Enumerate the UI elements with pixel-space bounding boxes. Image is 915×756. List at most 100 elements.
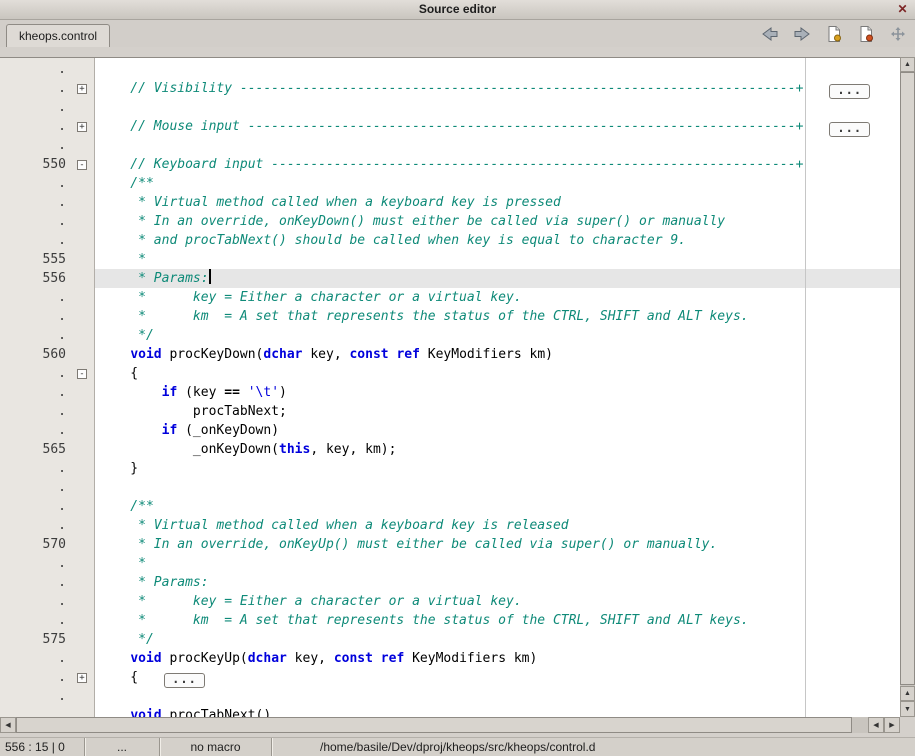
code-text[interactable] — [95, 478, 900, 497]
code-text[interactable]: * and procTabNext() should be called whe… — [95, 231, 900, 250]
fold-expand-icon[interactable]: + — [77, 84, 87, 94]
code-text[interactable]: if (_onKeyDown) — [95, 421, 900, 440]
code-text[interactable]: void procTabNext() — [95, 706, 900, 717]
scroll-left-icon[interactable]: ◀ — [0, 717, 16, 733]
code-text[interactable]: */ — [95, 630, 900, 649]
code-text[interactable]: if (key == '\t') — [95, 383, 900, 402]
code-line[interactable]: . */ — [0, 326, 900, 345]
code-text[interactable]: procTabNext; — [95, 402, 900, 421]
code-line[interactable]: . * Virtual method called when a keyboar… — [0, 193, 900, 212]
code-text[interactable]: } — [95, 459, 900, 478]
fold-column — [70, 592, 95, 611]
code-line[interactable]: 556 * Params: — [0, 269, 900, 288]
code-text[interactable]: * key = Either a character or a virtual … — [95, 288, 900, 307]
code-line[interactable]: .+ // Mouse input ----------------------… — [0, 117, 900, 136]
code-line[interactable]: . procTabNext; — [0, 402, 900, 421]
move-button[interactable] — [887, 24, 909, 44]
code-text[interactable]: * Virtual method called when a keyboard … — [95, 516, 900, 535]
horizontal-scrollbar[interactable]: ◀ ◀ ▶ — [0, 717, 900, 733]
nav-back-button[interactable] — [759, 24, 781, 44]
code-line[interactable]: . /** — [0, 497, 900, 516]
code-line[interactable]: . void procKeyUp(dchar key, const ref Ke… — [0, 649, 900, 668]
code-line[interactable]: . — [0, 136, 900, 155]
code-line[interactable]: .- { — [0, 364, 900, 383]
code-line[interactable]: . — [0, 60, 900, 79]
fold-collapse-icon[interactable]: - — [77, 160, 87, 170]
code-line[interactable]: . * key = Either a character or a virtua… — [0, 288, 900, 307]
fold-expand-icon[interactable]: + — [77, 122, 87, 132]
tab-kheops-control[interactable]: kheops.control — [6, 24, 110, 47]
code-line[interactable]: . } — [0, 459, 900, 478]
code-line[interactable]: . * km = A set that represents the statu… — [0, 307, 900, 326]
code-text[interactable]: void procKeyUp(dchar key, const ref KeyM… — [95, 649, 900, 668]
code-text[interactable]: * — [95, 250, 900, 269]
code-text[interactable]: * Virtual method called when a keyboard … — [95, 193, 900, 212]
fold-collapse-icon[interactable]: - — [77, 369, 87, 379]
code-line[interactable]: 575 */ — [0, 630, 900, 649]
code-line[interactable]: . — [0, 478, 900, 497]
code-line[interactable]: 550- // Keyboard input -----------------… — [0, 155, 900, 174]
code-text[interactable]: {... — [95, 668, 900, 687]
fold-column — [70, 516, 95, 535]
folded-code-ellipsis[interactable]: ... — [164, 673, 205, 688]
code-text[interactable]: */ — [95, 326, 900, 345]
code-text[interactable] — [95, 60, 900, 79]
code-text[interactable]: { — [95, 364, 900, 383]
folded-code-ellipsis[interactable]: ... — [829, 84, 870, 99]
code-text[interactable]: /** — [95, 497, 900, 516]
code-text[interactable]: void procKeyDown(dchar key, const ref Ke… — [95, 345, 900, 364]
code-line[interactable]: . * Params: — [0, 573, 900, 592]
code-text[interactable]: * Params: — [95, 269, 900, 288]
scroll-down-icon[interactable]: ▼ — [900, 701, 915, 717]
code-line[interactable]: . * Virtual method called when a keyboar… — [0, 516, 900, 535]
code-text[interactable]: /** — [95, 174, 900, 193]
code-line[interactable]: . * and procTabNext() should be called w… — [0, 231, 900, 250]
document-b-button[interactable] — [855, 24, 877, 44]
code-line[interactable]: 560 void procKeyDown(dchar key, const re… — [0, 345, 900, 364]
folded-code-ellipsis[interactable]: ... — [829, 122, 870, 137]
scroll-left-alt-icon[interactable]: ◀ — [868, 717, 884, 733]
code-token: void — [130, 347, 161, 362]
code-text[interactable]: * — [95, 554, 900, 573]
code-text[interactable]: // Keyboard input ----------------------… — [95, 155, 900, 174]
code-editor[interactable]: ..+ // Visibility ----------------------… — [0, 57, 900, 717]
code-text[interactable]: * Params: — [95, 573, 900, 592]
code-line[interactable]: . * In an override, onKeyDown() must eit… — [0, 212, 900, 231]
code-line[interactable]: .+ // Visibility -----------------------… — [0, 79, 900, 98]
close-icon[interactable]: ✕ — [895, 2, 910, 17]
code-text[interactable]: * key = Either a character or a virtual … — [95, 592, 900, 611]
scroll-up-alt-icon[interactable]: ▲ — [900, 686, 915, 701]
scroll-up-icon[interactable]: ▲ — [900, 57, 915, 72]
code-text[interactable]: // Mouse input -------------------------… — [95, 117, 900, 136]
code-line[interactable]: . if (_onKeyDown) — [0, 421, 900, 440]
scroll-right-icon[interactable]: ▶ — [884, 717, 900, 733]
code-line[interactable]: 565 _onKeyDown(this, key, km); — [0, 440, 900, 459]
code-line[interactable]: . void procTabNext() — [0, 706, 900, 717]
horizontal-scroll-thumb[interactable] — [16, 717, 852, 733]
code-line[interactable]: . — [0, 687, 900, 706]
code-line[interactable]: . * key = Either a character or a virtua… — [0, 592, 900, 611]
document-a-button[interactable] — [823, 24, 845, 44]
vertical-scrollbar[interactable]: ▲ ▲ ▼ — [900, 57, 915, 717]
code-line[interactable]: . * — [0, 554, 900, 573]
nav-forward-button[interactable] — [791, 24, 813, 44]
code-line[interactable]: .+ {... — [0, 668, 900, 687]
code-text[interactable] — [95, 98, 900, 117]
code-text[interactable]: * In an override, onKeyDown() must eithe… — [95, 212, 900, 231]
code-token: '\t' — [248, 385, 279, 400]
code-line[interactable]: 555 * — [0, 250, 900, 269]
code-line[interactable]: 570 * In an override, onKeyUp() must eit… — [0, 535, 900, 554]
code-text[interactable]: * km = A set that represents the status … — [95, 611, 900, 630]
code-text[interactable]: _onKeyDown(this, key, km); — [95, 440, 900, 459]
code-text[interactable]: * km = A set that represents the status … — [95, 307, 900, 326]
code-line[interactable]: . — [0, 98, 900, 117]
vertical-scroll-thumb[interactable] — [900, 72, 915, 685]
code-text[interactable]: * In an override, onKeyUp() must either … — [95, 535, 900, 554]
code-text[interactable]: // Visibility --------------------------… — [95, 79, 900, 98]
code-line[interactable]: . if (key == '\t') — [0, 383, 900, 402]
code-line[interactable]: . /** — [0, 174, 900, 193]
fold-expand-icon[interactable]: + — [77, 673, 87, 683]
code-line[interactable]: . * km = A set that represents the statu… — [0, 611, 900, 630]
code-text[interactable] — [95, 136, 900, 155]
code-text[interactable] — [95, 687, 900, 706]
